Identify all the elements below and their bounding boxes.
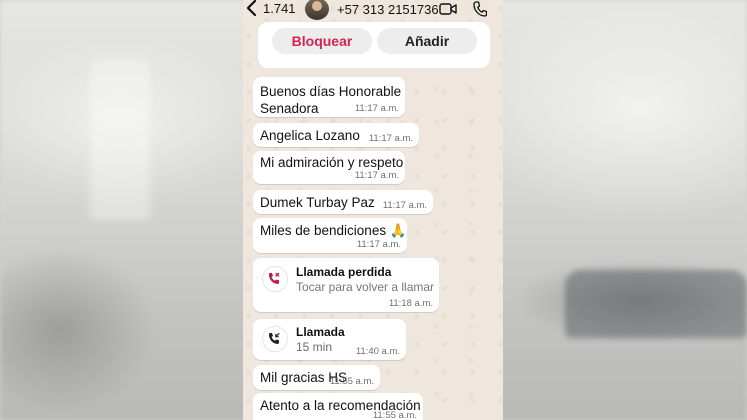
message-time: 11:55 a.m. <box>372 410 417 420</box>
message-text: Mi admiración y respeto <box>260 155 404 170</box>
message-text-line: Senadora <box>260 101 319 116</box>
message-text: Dumek Turbay Paz <box>260 195 375 210</box>
message-bubble[interactable]: Angelica Lozano 11:17 a.m. <box>253 123 419 147</box>
message-bubble[interactable]: Mil gracias HS 11:55 a.m. <box>253 365 380 390</box>
call-subtitle: Tocar para volver a llamar <box>296 280 435 294</box>
call-icon-wrap <box>262 326 288 352</box>
add-contact-button[interactable]: Añadir <box>377 28 477 54</box>
message-bubble[interactable]: Buenos días Honorable Senadora 11:17 a.m… <box>253 77 405 117</box>
message-bubble[interactable]: Mi admiración y respeto 11:17 a.m. <box>253 151 405 184</box>
message-time: 11:17 a.m. <box>354 170 399 181</box>
chat-screen: 1.741 +57 313 2151736 Bloquear Añadir Bu… <box>243 0 503 420</box>
message-time: 11:17 a.m. <box>356 239 401 250</box>
call-title: Llamada <box>296 325 345 339</box>
message-time: 11:17 a.m. <box>354 103 399 114</box>
message-time: 11:55 a.m. <box>329 376 374 387</box>
unread-count: 1.741 <box>263 0 296 16</box>
message-text-line: Buenos días Honorable <box>260 84 402 99</box>
chevron-left-icon <box>246 0 257 16</box>
call-title: Llamada perdida <box>296 265 392 279</box>
message-bubble[interactable]: Miles de bendiciones 🙏 11:17 a.m. <box>253 218 407 253</box>
video-call-icon[interactable] <box>439 2 457 16</box>
chat-header: 1.741 +57 313 2151736 <box>243 0 503 20</box>
message-time: 11:17 a.m. <box>368 133 413 144</box>
message-bubble[interactable]: Dumek Turbay Paz 11:17 a.m. <box>253 190 433 214</box>
phone-call-icon[interactable] <box>473 1 487 17</box>
avatar[interactable] <box>305 0 329 20</box>
message-time: 11:17 a.m. <box>382 200 427 211</box>
contact-actions-card: Bloquear Añadir <box>258 22 490 68</box>
message-text: Angelica Lozano <box>260 128 360 143</box>
missed-call-icon <box>269 272 280 284</box>
missed-call-bubble[interactable]: Llamada perdida Tocar para volver a llam… <box>253 258 439 312</box>
background-building <box>90 60 150 220</box>
incoming-call-icon <box>269 332 280 344</box>
back-button[interactable]: 1.741 <box>246 0 296 16</box>
message-bubble[interactable]: Atento a la recomendación 11:55 a.m. <box>253 393 423 420</box>
message-time: 11:40 a.m. <box>355 346 400 357</box>
block-button[interactable]: Bloquear <box>272 28 372 54</box>
call-subtitle: 15 min <box>296 340 333 354</box>
message-time: 11:18 a.m. <box>388 298 433 309</box>
missed-call-icon-wrap <box>262 266 288 292</box>
message-text: Miles de bendiciones 🙏 <box>260 223 407 238</box>
call-bubble[interactable]: Llamada 15 min 11:40 a.m. <box>253 319 406 360</box>
background-car <box>565 270 747 338</box>
contact-phone-number[interactable]: +57 313 2151736 <box>337 2 439 17</box>
